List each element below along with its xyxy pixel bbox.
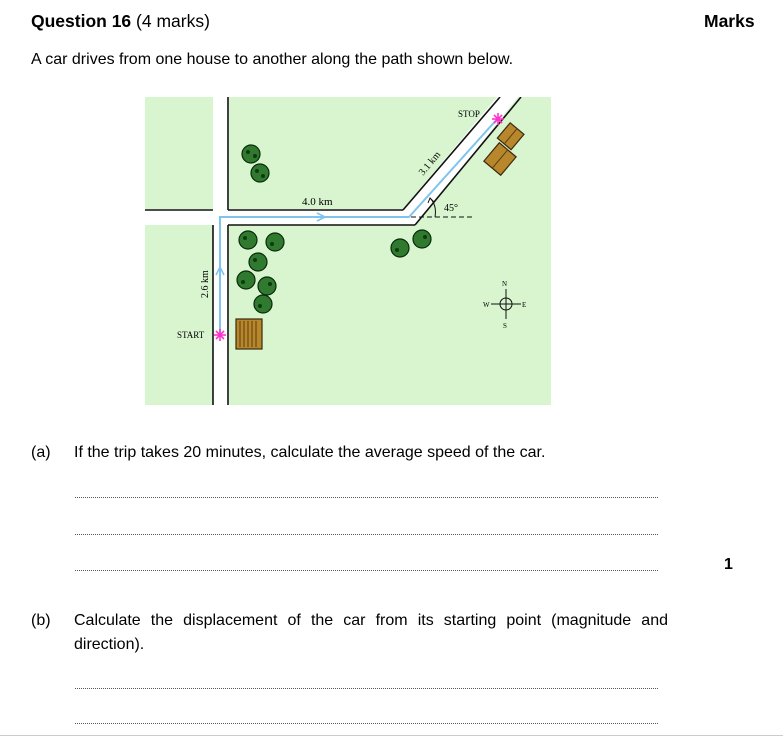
compass-e: E [522, 301, 526, 309]
stop-label: STOP [458, 109, 480, 119]
part-b-label: (b) [31, 612, 51, 629]
answer-line-a2[interactable] [75, 534, 658, 535]
compass-w: W [483, 301, 490, 309]
marks-column-header: Marks [704, 11, 755, 31]
answer-line-a3[interactable] [75, 570, 658, 571]
question-intro: A car drives from one house to another a… [31, 51, 514, 68]
part-a-label: (a) [31, 444, 51, 461]
start-house-icon [235, 318, 263, 350]
question-marks-note: (4 marks) [136, 11, 210, 31]
answer-line-b2[interactable] [75, 723, 658, 724]
angle-label: 45° [444, 203, 458, 214]
route-diagram: N S E W STOP START 4.0 km 2.6 km 3.1 km … [145, 97, 551, 405]
grass-block-sw [145, 225, 213, 405]
question-title: Question 16 (4 marks) [31, 11, 210, 32]
page-bottom-edge [0, 735, 783, 736]
answer-line-a1[interactable] [75, 497, 658, 498]
part-b-text: Calculate the displacement of the car fr… [74, 612, 668, 653]
grass-block-nw [145, 97, 213, 209]
start-label: START [177, 330, 205, 340]
compass-n: N [502, 280, 507, 288]
part-a-text: If the trip takes 20 minutes, calculate … [74, 444, 546, 461]
part-a-marks: 1 [724, 556, 733, 573]
start-marker [214, 329, 226, 341]
grass-areas [145, 97, 551, 405]
answer-line-b1[interactable] [75, 688, 658, 689]
question-number: Question 16 [31, 11, 132, 31]
compass-s: S [503, 322, 507, 330]
segment-east-length: 4.0 km [302, 196, 333, 208]
segment-north-length: 2.6 km [200, 270, 211, 298]
